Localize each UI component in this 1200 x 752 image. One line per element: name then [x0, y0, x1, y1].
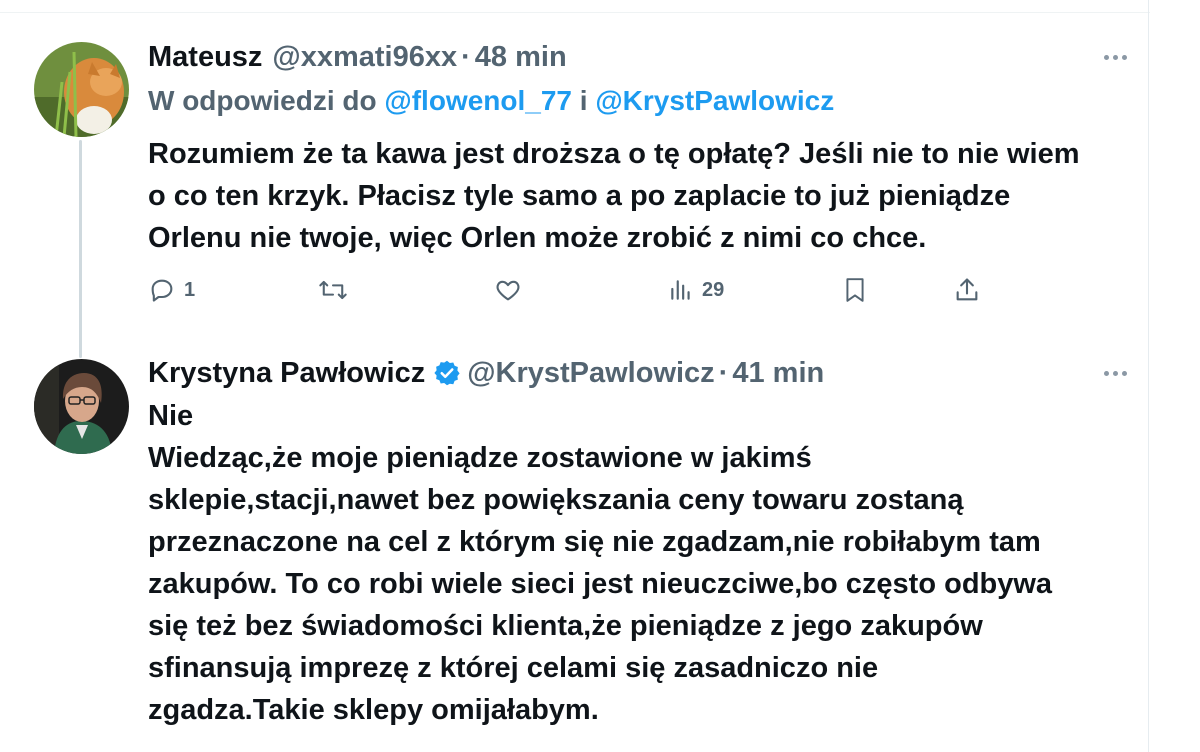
more-icon[interactable]	[1104, 50, 1132, 64]
tweet-header: Mateusz @xxmati96xx · 48 min	[148, 37, 567, 77]
reply-icon	[151, 279, 173, 302]
mention-link[interactable]: @flowenol_77	[384, 85, 572, 116]
avatar[interactable]	[34, 42, 129, 137]
separator-dot: ·	[461, 40, 471, 73]
reply-prefix: W odpowiedzi do	[148, 85, 377, 116]
tweet-text: Rozumiem że ta kawa jest droższa o tę op…	[148, 133, 1138, 259]
tweet-text-line: Rozumiem że ta kawa jest droższa o tę op…	[148, 138, 1080, 170]
views-button[interactable]: 29	[668, 275, 724, 305]
bookmark-button[interactable]	[842, 275, 868, 305]
reply-count: 1	[184, 278, 196, 301]
views-count: 29	[702, 278, 725, 301]
reply-button[interactable]: 1	[148, 275, 195, 305]
avatar[interactable]	[34, 359, 129, 454]
tweet-header: Krystyna Pawłowicz @KrystPawlowicz · 41 …	[148, 353, 824, 393]
separator-dot: ·	[718, 356, 729, 389]
more-icon[interactable]	[1104, 366, 1132, 380]
bookmark-icon	[846, 278, 864, 302]
tweet-text-line: Orlenu nie twoje, więc Orlen może zrobić…	[148, 222, 927, 254]
tweet-text-line: Wiedząc,że moje pieniądze zostawione w j…	[148, 442, 812, 474]
timeline-border	[1148, 0, 1149, 752]
tweet-text-line: o co ten krzyk. Płacisz tyle samo a po z…	[148, 180, 1011, 212]
tweet-text-line: sfinansują imprezę z której celami się z…	[148, 652, 879, 684]
retweet-button[interactable]	[318, 275, 356, 305]
retweet-icon	[319, 280, 347, 300]
timestamp[interactable]: 48 min	[475, 41, 567, 74]
verified-badge-icon	[433, 359, 461, 387]
reply-conjunction: i	[579, 85, 588, 116]
like-button[interactable]	[494, 275, 530, 305]
display-name[interactable]: Krystyna Pawłowicz	[148, 357, 425, 390]
tweet-text-line: zgadza.Takie sklepy omijałabym.	[148, 694, 599, 726]
tweet-actions: 1 29	[148, 275, 988, 305]
views-icon	[671, 280, 690, 300]
display-name[interactable]: Mateusz	[148, 41, 262, 74]
tweet-mateusz[interactable]: Mateusz @xxmati96xx · 48 min W odpowiedz…	[0, 0, 1148, 340]
user-handle[interactable]: @KrystPawlowicz	[467, 357, 714, 390]
share-button[interactable]	[953, 275, 981, 305]
tweet-text-line: Nie	[148, 400, 194, 432]
tweet-text: Nie Wiedząc,że moje pieniądze zostawione…	[148, 395, 1138, 731]
tweet-text-line: się też bez świadomości klienta,że pieni…	[148, 610, 983, 642]
timestamp[interactable]: 41 min	[732, 357, 824, 390]
tweet-text-line: przeznaczone na cel z którym się nie zga…	[148, 526, 1041, 558]
tweet-text-line: zakupów. To co robi wiele sieci jest nie…	[148, 568, 1053, 600]
tweet-krystyna-pawlowicz[interactable]: Krystyna Pawłowicz @KrystPawlowicz · 41 …	[0, 340, 1148, 752]
share-icon	[956, 278, 978, 301]
reply-context: W odpowiedzi do @flowenol_77 i @KrystPaw…	[148, 85, 834, 117]
like-icon	[496, 280, 520, 301]
user-handle[interactable]: @xxmati96xx	[272, 41, 457, 74]
tweet-text-line: sklepie,stacji,nawet bez powiększania ce…	[148, 484, 964, 516]
mention-link[interactable]: @KrystPawlowicz	[595, 85, 834, 116]
